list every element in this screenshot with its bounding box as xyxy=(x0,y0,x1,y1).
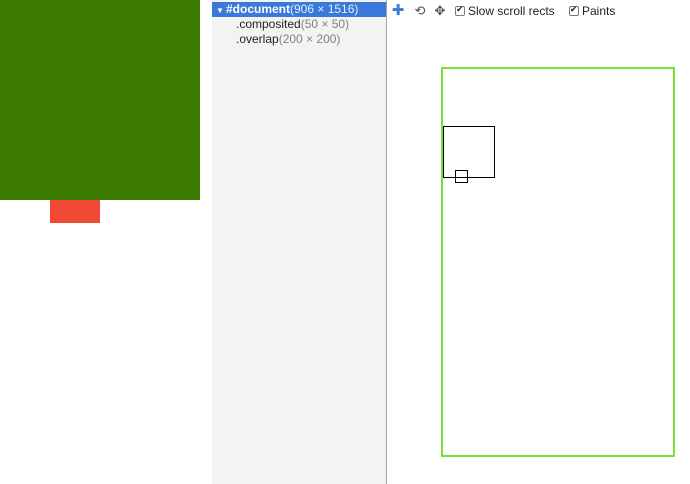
slow-scroll-rects-checkbox[interactable]: ✔ xyxy=(455,3,465,16)
layer-viewer[interactable]: ✚ ⟲ ✥ ✔ Slow scroll rects ✔ Paints xyxy=(387,0,690,484)
checkmark-icon: ✔ xyxy=(570,3,578,14)
pan-mode-icon[interactable]: ✚ xyxy=(390,3,406,19)
layer-tree-panel: ▼ #document(906 × 1516) .composited(50 × … xyxy=(212,0,387,484)
layer-name: .composited xyxy=(236,17,301,31)
page-content xyxy=(0,0,212,484)
layer-viewer-toolbar: ✚ ⟲ ✥ ✔ Slow scroll rects ✔ Paints xyxy=(387,0,690,22)
slow-scroll-rects-toggle[interactable]: ✔ Slow scroll rects xyxy=(455,3,555,19)
composited-layer-outline[interactable] xyxy=(443,126,495,178)
layer-size: (200 × 200) xyxy=(278,32,341,46)
slow-scroll-rects-label: Slow scroll rects xyxy=(468,4,555,18)
layer-name: .overlap xyxy=(236,32,279,46)
layer-size: (906 × 1516) xyxy=(290,2,359,16)
small-layer-outline[interactable] xyxy=(455,170,468,183)
checkmark-icon: ✔ xyxy=(456,3,464,14)
paints-toggle[interactable]: ✔ Paints xyxy=(569,3,615,19)
paints-label: Paints xyxy=(582,4,616,18)
devtools-layers-screen: ▼ #document(906 × 1516) .composited(50 × … xyxy=(0,0,690,484)
overlap-element xyxy=(0,0,200,200)
paints-checkbox[interactable]: ✔ xyxy=(569,3,579,16)
layer-tree-item-composited[interactable]: .composited(50 × 50) xyxy=(236,17,349,32)
document-layer-outline[interactable] xyxy=(441,67,675,457)
layer-tree-item-overlap[interactable]: .overlap(200 × 200) xyxy=(236,32,340,47)
move-mode-icon[interactable]: ✥ xyxy=(432,3,448,19)
rotate-mode-icon[interactable]: ⟲ xyxy=(412,3,428,19)
layer-name: #document xyxy=(226,2,291,16)
layer-size: (50 × 50) xyxy=(300,17,350,31)
composited-element xyxy=(50,200,100,223)
expand-arrow-icon[interactable]: ▼ xyxy=(214,3,226,18)
layer-tree-item-document[interactable]: ▼ #document(906 × 1516) xyxy=(212,2,386,17)
